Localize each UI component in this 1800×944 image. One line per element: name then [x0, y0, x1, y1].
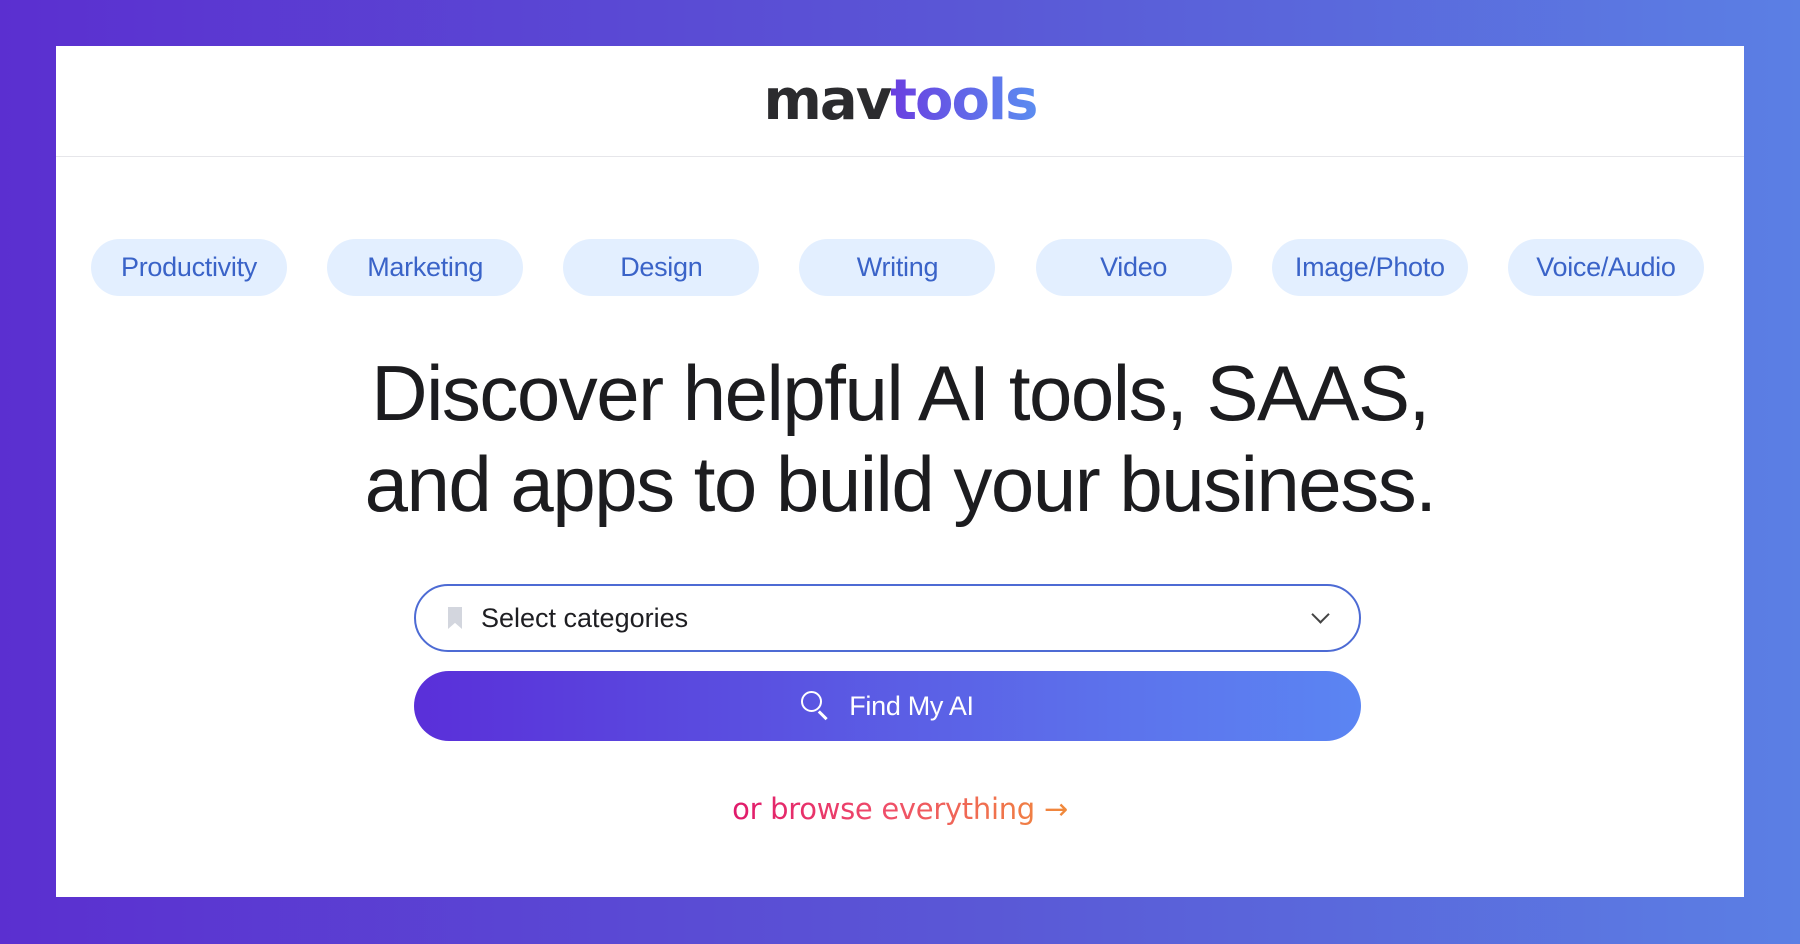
chip-productivity[interactable]: Productivity [91, 239, 287, 296]
header: mavtools [56, 46, 1744, 157]
chip-video[interactable]: Video [1035, 239, 1232, 296]
category-select[interactable]: Select categories [414, 584, 1361, 652]
main-card: mavtools Productivity Marketing Design W… [56, 46, 1744, 897]
chip-image-photo[interactable]: Image/Photo [1271, 239, 1468, 296]
logo-text-mav: mav [763, 68, 893, 133]
search-icon [801, 691, 831, 721]
chip-design[interactable]: Design [563, 239, 760, 296]
find-my-ai-button[interactable]: Find My AI [414, 671, 1361, 741]
chip-marketing[interactable]: Marketing [327, 239, 524, 296]
find-my-ai-label: Find My AI [849, 690, 974, 721]
headline-line-2: and apps to build your business. [364, 440, 1437, 528]
browse-container: or browse everything → [56, 792, 1744, 826]
headline-line-1: Discover helpful AI tools, SAAS, [371, 349, 1430, 437]
logo[interactable]: mavtools [764, 73, 1039, 129]
category-select-placeholder: Select categories [481, 602, 689, 633]
browse-everything-link[interactable]: or browse everything → [732, 792, 1068, 826]
logo-text-tools: tools [890, 68, 1038, 133]
bookmark-icon [448, 607, 462, 629]
category-chips: Productivity Marketing Design Writing Vi… [91, 239, 1704, 296]
chip-voice-audio[interactable]: Voice/Audio [1507, 239, 1704, 296]
chip-writing[interactable]: Writing [799, 239, 996, 296]
chevron-down-icon[interactable] [1311, 604, 1330, 624]
page-headline: Discover helpful AI tools, SAAS, and app… [56, 348, 1744, 530]
